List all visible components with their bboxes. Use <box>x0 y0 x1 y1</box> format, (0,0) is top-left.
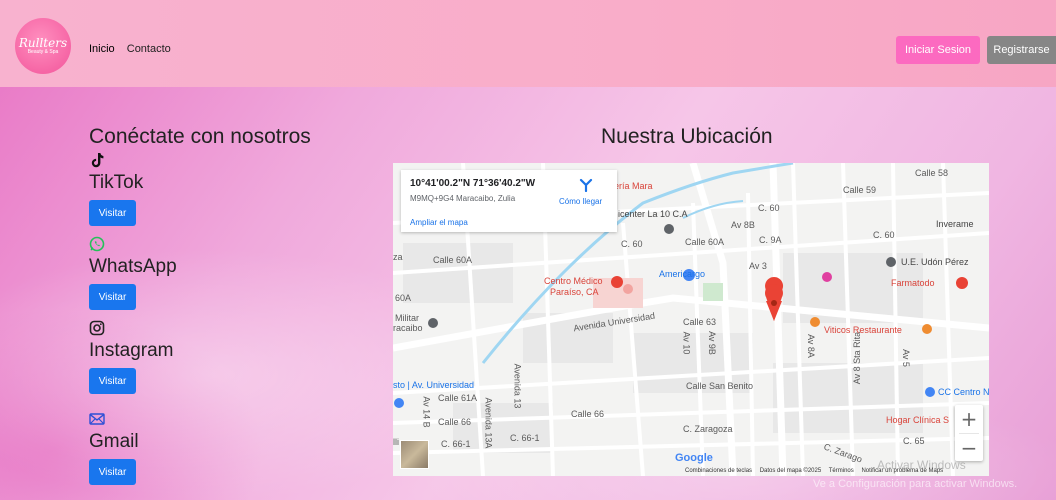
map-label: C. 60 <box>758 203 780 213</box>
map-label: Avenida 13A <box>483 397 494 449</box>
map-label: C. 65 <box>903 436 925 446</box>
attr-map-data: Datos del mapa ©2025 <box>759 468 822 474</box>
social-name: Instagram <box>89 340 174 361</box>
map-coordinates: 10°41'00.2"N 71°36'40.2"W <box>410 178 536 189</box>
enlarge-map-link[interactable]: Ampliar el mapa <box>410 218 468 227</box>
visit-whatsapp-button[interactable]: Visitar <box>89 284 136 310</box>
map-label: 60A <box>395 293 412 303</box>
map-label: Militar <box>395 313 419 323</box>
map-label: Hogar Clínica S <box>886 415 950 425</box>
map-label: Av 8 Sta Rita <box>852 331 863 385</box>
directions-icon[interactable] <box>579 178 593 192</box>
social-tiktok: TikTok Visitar <box>89 152 143 226</box>
map-label: Av 10 <box>681 331 692 355</box>
nav-link-contacto[interactable]: Contacto <box>127 43 171 55</box>
map-label: sto | Av. Universidad <box>393 380 475 390</box>
social-name: WhatsApp <box>89 256 177 277</box>
map-label: U.E. Udón Pérez <box>901 257 969 267</box>
os-watermark-text: Ve a Configuración para activar Windows. <box>813 478 1018 490</box>
zoom-in-button[interactable]: + <box>955 405 983 433</box>
map-label: Viticos Restaurante <box>824 325 902 335</box>
map-plus-code: M9MQ+9G4 Maracaibo, Zulia <box>410 194 516 203</box>
attr-terms-link[interactable]: Términos <box>829 468 854 474</box>
map-label: Av 14 B <box>421 396 432 428</box>
map-label: Calle 60A <box>685 237 725 247</box>
map-label: Calle San Benito <box>686 381 754 391</box>
map-label: Americargo <box>659 269 706 279</box>
attr-keyboard-link[interactable]: Combinaciones de teclas <box>685 468 752 474</box>
visit-instagram-button[interactable]: Visitar <box>89 368 136 394</box>
mail-icon <box>89 413 105 425</box>
map-label: Avenida 13 <box>512 363 523 409</box>
map-label: Av 5 <box>900 349 911 367</box>
map-label: Centro Médico <box>544 276 603 286</box>
map-label: Calle 66 <box>438 417 472 427</box>
map-label: Av 3 <box>749 261 767 271</box>
map-label: Av 8A <box>805 334 816 358</box>
nav-link-inicio[interactable]: Inicio <box>89 43 115 55</box>
map-info-card: 10°41'00.2"N 71°36'40.2"W M9MQ+9G4 Marac… <box>401 170 617 232</box>
logo-subtext: Beauty & Spa <box>27 49 59 55</box>
map-label: C. 60 <box>621 239 643 249</box>
contact-title: Conéctate con nosotros <box>89 125 311 148</box>
satellite-toggle[interactable] <box>400 440 429 469</box>
visit-gmail-button[interactable]: Visitar <box>89 459 136 485</box>
map-label: Inverame <box>936 219 974 229</box>
directions-link[interactable]: Cómo llegar <box>559 197 602 206</box>
brand-logo[interactable]: Rullters Beauty & Spa <box>15 18 71 74</box>
map-label: lli <box>393 437 399 447</box>
whatsapp-icon <box>89 236 105 252</box>
social-whatsapp: WhatsApp Visitar <box>89 236 177 310</box>
map-label: CC Centro N <box>938 387 989 397</box>
map-label: Av 9B <box>706 331 717 355</box>
map-label: C. 60 <box>873 230 895 240</box>
social-name: TikTok <box>89 172 144 193</box>
map-label: za <box>393 252 403 262</box>
location-title: Nuestra Ubicación <box>601 125 773 148</box>
map-label: Calle 66 <box>571 409 605 419</box>
google-logo: Google <box>675 452 713 464</box>
map-label: C. Zaragoza <box>683 424 733 434</box>
social-gmail: Gmail Visitar <box>89 411 139 485</box>
map-label: Calle 63 <box>683 317 717 327</box>
tiktok-icon <box>91 153 104 168</box>
social-name: Gmail <box>89 431 139 452</box>
map-label: Calle 61A <box>438 393 478 403</box>
map-label: Calle 59 <box>843 185 877 195</box>
map-label: icenter La 10 C.A <box>618 209 688 219</box>
map-label: Calle 60A <box>433 255 473 265</box>
visit-tiktok-button[interactable]: Visitar <box>89 200 136 226</box>
zoom-control: + − <box>955 405 983 461</box>
map-label: Av 8B <box>731 220 755 230</box>
instagram-icon <box>89 320 105 336</box>
map-label: C. 9A <box>759 235 782 245</box>
nav-links: Inicio Contacto <box>89 43 180 55</box>
social-instagram: Instagram Visitar <box>89 320 173 394</box>
os-watermark-title: Activar Windows <box>877 458 966 472</box>
map-label: Calle 58 <box>915 168 949 178</box>
login-button[interactable]: Iniciar Sesion <box>896 36 980 64</box>
google-logo-text: Google <box>675 452 713 464</box>
map-label: racaibo <box>393 323 423 333</box>
map-label: Paraíso, CA <box>550 287 599 297</box>
navbar: Rullters Beauty & Spa Inicio Contacto In… <box>0 0 1056 87</box>
map-label: Farmatodo <box>891 278 935 288</box>
register-button[interactable]: Registrarse <box>987 36 1056 64</box>
map-label: C. 66-1 <box>510 433 540 443</box>
logo-text: Rullters <box>18 36 68 50</box>
map-label: C. 66-1 <box>441 439 471 449</box>
